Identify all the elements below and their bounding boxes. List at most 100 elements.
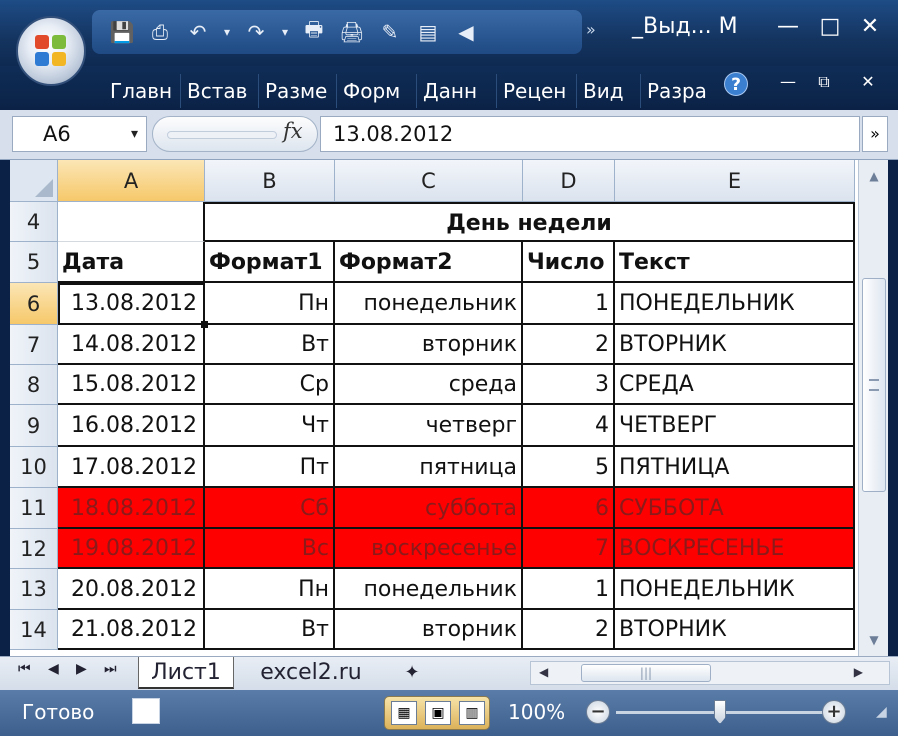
cell-c11[interactable]: суббота: [335, 488, 523, 529]
cell-c6[interactable]: понедельник: [335, 283, 523, 325]
cell-e10[interactable]: ПЯТНИЦА: [615, 447, 855, 488]
cell-d14[interactable]: 2: [523, 610, 615, 650]
office-button[interactable]: [16, 16, 86, 86]
row-header-11[interactable]: 11: [10, 488, 58, 529]
formula-bar-slider[interactable]: [167, 131, 277, 139]
horizontal-scrollbar[interactable]: ◀ ||| ▶: [530, 661, 890, 685]
cell-c7[interactable]: вторник: [335, 325, 523, 365]
page-break-view-icon[interactable]: ▥: [459, 701, 485, 725]
cell-b10[interactable]: Пт: [205, 447, 335, 488]
cell-b7[interactable]: Вт: [205, 325, 335, 365]
tab-formulas[interactable]: Форм: [336, 74, 410, 108]
column-header-e[interactable]: E: [615, 160, 855, 202]
cell-e12[interactable]: ВОСКРЕСЕНЬЕ: [615, 529, 855, 569]
page-layout-view-icon[interactable]: ▣: [425, 701, 451, 725]
undo-icon[interactable]: ↶: [182, 16, 214, 48]
resize-grip-icon[interactable]: ◢: [876, 704, 887, 720]
last-sheet-icon[interactable]: ⏭: [104, 661, 117, 677]
cell-b11[interactable]: Сб: [205, 488, 335, 529]
name-box-dropdown-icon[interactable]: ▾: [131, 117, 138, 151]
vertical-scroll-thumb[interactable]: [862, 278, 886, 492]
cell-b6[interactable]: Пн: [205, 283, 335, 325]
cell-a7[interactable]: 14.08.2012: [58, 325, 205, 365]
first-sheet-icon[interactable]: ⏮: [18, 661, 31, 677]
cell-d6[interactable]: 1: [523, 283, 615, 325]
cell-d13[interactable]: 1: [523, 569, 615, 610]
zoom-level[interactable]: 100%: [508, 700, 565, 724]
tab-insert[interactable]: Встав: [180, 74, 254, 108]
cell-a8[interactable]: 15.08.2012: [58, 365, 205, 405]
formula-bar-splitter[interactable]: fx: [152, 116, 318, 152]
cell-e9[interactable]: ЧЕТВЕРГ: [615, 405, 855, 447]
cell-a14[interactable]: 21.08.2012: [58, 610, 205, 650]
prev-sheet-icon[interactable]: ◀: [48, 661, 59, 677]
row-header-5[interactable]: 5: [10, 242, 58, 283]
cell-d9[interactable]: 4: [523, 405, 615, 447]
column-header-a[interactable]: A: [58, 160, 205, 202]
tab-developer[interactable]: Разра: [640, 74, 708, 108]
cell-e13[interactable]: ПОНЕДЕЛЬНИК: [615, 569, 855, 610]
tab-view[interactable]: Вид: [576, 74, 636, 108]
redo-icon[interactable]: ↷: [240, 16, 272, 48]
cell-d12[interactable]: 7: [523, 529, 615, 569]
cell-d5[interactable]: Число: [523, 242, 615, 283]
save-icon[interactable]: 💾: [106, 16, 138, 48]
merged-header-cell[interactable]: День недели: [205, 202, 855, 242]
scroll-right-icon[interactable]: ▶: [854, 665, 863, 679]
close-button[interactable]: ✕: [850, 14, 890, 39]
tab-home[interactable]: Главн: [104, 74, 176, 108]
cell-e5[interactable]: Текст: [615, 242, 855, 283]
cell-b8[interactable]: Ср: [205, 365, 335, 405]
scroll-left-icon[interactable]: ◀: [539, 665, 548, 679]
row-header-9[interactable]: 9: [10, 405, 58, 447]
cell-c10[interactable]: пятница: [335, 447, 523, 488]
column-header-c[interactable]: C: [335, 160, 523, 202]
column-header-d[interactable]: D: [523, 160, 615, 202]
cell-a9[interactable]: 16.08.2012: [58, 405, 205, 447]
row-header-7[interactable]: 7: [10, 325, 58, 365]
insert-function-icon[interactable]: fx: [283, 119, 303, 143]
redo-dropdown-icon[interactable]: ▾: [278, 16, 292, 48]
zoom-out-icon[interactable]: −: [586, 700, 610, 724]
expand-formula-bar-icon[interactable]: »: [862, 116, 888, 152]
cell-d7[interactable]: 2: [523, 325, 615, 365]
next-sheet-icon[interactable]: ▶: [76, 661, 87, 677]
cell-d8[interactable]: 3: [523, 365, 615, 405]
print-preview-icon[interactable]: ⎙: [144, 16, 176, 48]
cell-c14[interactable]: вторник: [335, 610, 523, 650]
chart-icon[interactable]: ▤: [412, 16, 444, 48]
print-icon[interactable]: 🖨: [336, 16, 368, 48]
cell-c9[interactable]: четверг: [335, 405, 523, 447]
insert-sheet-icon[interactable]: ✦: [392, 657, 432, 689]
cell-a13[interactable]: 20.08.2012: [58, 569, 205, 610]
cell-c12[interactable]: воскресенье: [335, 529, 523, 569]
cell-a5[interactable]: Дата: [58, 242, 205, 283]
row-header-6[interactable]: 6: [10, 283, 58, 325]
cell-e14[interactable]: ВТОРНИК: [615, 610, 855, 650]
cell-e11[interactable]: СУББОТА: [615, 488, 855, 529]
printer-icon[interactable]: 🖶: [298, 16, 330, 48]
worksheet[interactable]: A B C D E 4 День недели 5 Дата Формат1 Формат…: [10, 160, 888, 656]
column-header-b[interactable]: B: [205, 160, 335, 202]
horizontal-scroll-thumb[interactable]: |||: [581, 664, 711, 682]
ribbon-close-button[interactable]: ✕: [848, 72, 888, 91]
row-header-10[interactable]: 10: [10, 447, 58, 488]
macro-record-icon[interactable]: [132, 698, 160, 724]
cell-a6[interactable]: 13.08.2012: [58, 283, 205, 325]
row-header-4[interactable]: 4: [10, 202, 58, 242]
vertical-scrollbar[interactable]: ▲ ▼: [858, 160, 888, 656]
undo-dropdown-icon[interactable]: ▾: [220, 16, 234, 48]
select-all-button[interactable]: [10, 160, 58, 202]
normal-view-icon[interactable]: ▦: [391, 701, 417, 725]
cell-b12[interactable]: Вс: [205, 529, 335, 569]
row-header-13[interactable]: 13: [10, 569, 58, 610]
back-icon[interactable]: ◀: [450, 16, 482, 48]
cell-a10[interactable]: 17.08.2012: [58, 447, 205, 488]
fill-handle[interactable]: [201, 321, 208, 328]
cell-b9[interactable]: Чт: [205, 405, 335, 447]
cell-d10[interactable]: 5: [523, 447, 615, 488]
cell-b14[interactable]: Вт: [205, 610, 335, 650]
cell-a11[interactable]: 18.08.2012: [58, 488, 205, 529]
cell-b13[interactable]: Пн: [205, 569, 335, 610]
row-header-8[interactable]: 8: [10, 365, 58, 405]
